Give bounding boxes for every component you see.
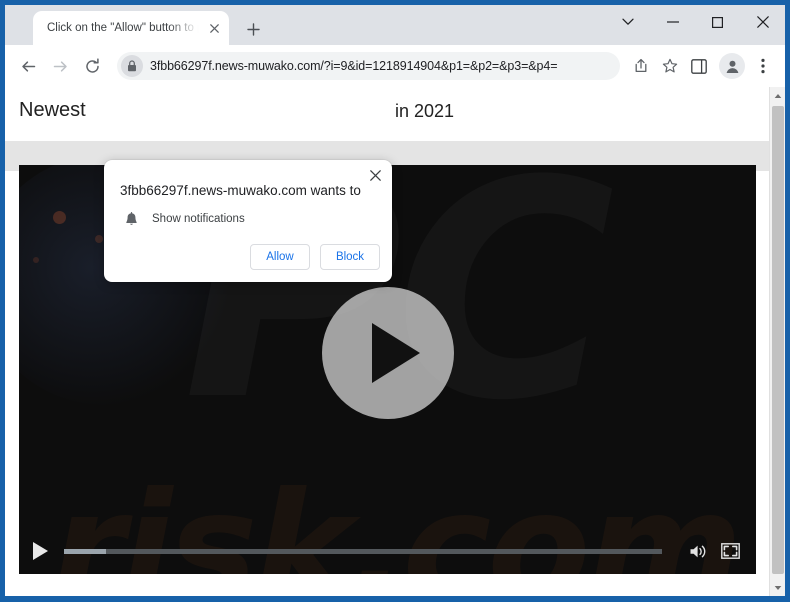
fullscreen-icon[interactable] [718, 539, 742, 563]
page-viewport: Newest in 2021 PC risk.com [5, 87, 785, 596]
decorative-dot [53, 211, 66, 224]
browser-window: Click on the "Allow" button to pl 3fbb66… [0, 0, 790, 602]
browser-tab[interactable]: Click on the "Allow" button to pl [33, 11, 229, 45]
play-overlay-button[interactable] [321, 287, 454, 419]
tab-close-icon[interactable] [205, 19, 223, 37]
notification-permission-dialog: 3fbb66297f.news-muwako.com wants to Show… [104, 160, 392, 282]
chrome-menu-icon[interactable] [749, 52, 777, 80]
back-button[interactable] [13, 51, 43, 81]
dialog-permission-row: Show notifications [120, 208, 245, 230]
scroll-down-arrow-icon[interactable] [770, 579, 785, 596]
block-button[interactable]: Block [320, 244, 380, 270]
maximize-icon[interactable] [695, 5, 740, 39]
profile-avatar[interactable] [719, 53, 745, 79]
bell-icon [120, 208, 142, 230]
page-header: Newest in 2021 [5, 87, 769, 141]
page-title: Newest [19, 99, 86, 121]
side-panel-icon[interactable] [685, 52, 713, 80]
progress-fill [64, 548, 106, 554]
progress-bar[interactable] [64, 548, 662, 554]
play-triangle-icon [371, 323, 420, 383]
address-bar[interactable]: 3fbb66297f.news-muwako.com/?i=9&id=12189… [117, 52, 620, 80]
scrollbar-thumb[interactable] [772, 106, 784, 574]
url-text: 3fbb66297f.news-muwako.com/?i=9&id=12189… [150, 59, 558, 73]
page-title-suffix: in 2021 [395, 101, 455, 121]
volume-icon[interactable] [686, 539, 710, 563]
window-controls [605, 5, 785, 41]
tab-strip: Click on the "Allow" button to pl [5, 5, 785, 45]
decorative-dot [95, 235, 103, 243]
tab-title: Click on the "Allow" button to pl [47, 22, 203, 34]
close-icon[interactable] [740, 5, 785, 39]
dialog-actions: Allow Block [250, 244, 380, 270]
browser-window-inner: Click on the "Allow" button to pl 3fbb66… [5, 5, 785, 596]
browser-toolbar: 3fbb66297f.news-muwako.com/?i=9&id=12189… [5, 45, 785, 87]
video-controls [19, 528, 756, 574]
bookmark-star-icon[interactable] [656, 52, 684, 80]
permission-label: Show notifications [152, 213, 245, 225]
minimize-icon[interactable] [650, 5, 695, 39]
tab-search-chevron-down-icon[interactable] [605, 5, 650, 39]
decorative-dot [33, 257, 39, 263]
play-button[interactable] [33, 542, 48, 560]
share-icon[interactable] [627, 52, 655, 80]
page-scrollbar[interactable] [769, 87, 785, 596]
new-tab-button[interactable] [240, 16, 266, 42]
allow-button[interactable]: Allow [250, 244, 310, 270]
reload-button[interactable] [77, 51, 107, 81]
dialog-title: 3fbb66297f.news-muwako.com wants to [120, 183, 361, 198]
scroll-up-arrow-icon[interactable] [770, 87, 785, 104]
lock-icon[interactable] [121, 55, 143, 77]
forward-button[interactable] [45, 51, 75, 81]
